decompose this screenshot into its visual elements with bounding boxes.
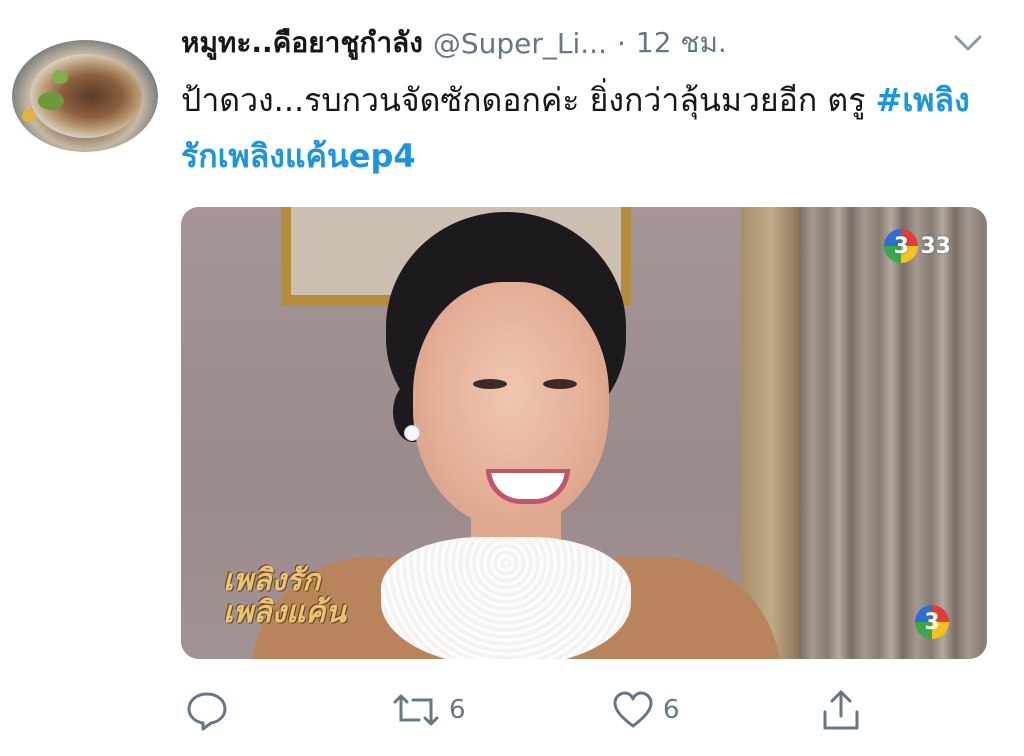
tweet-header: หมูทะ..คือยาชูกำลัง @Super_Li... · 12 ชม… bbox=[181, 18, 1001, 68]
channel-number: 33 bbox=[920, 233, 951, 259]
curtain bbox=[799, 207, 987, 659]
retweet-button[interactable]: 6 bbox=[391, 680, 466, 740]
channel-watermark: 3 bbox=[915, 605, 949, 639]
channel-logo: 3 33 bbox=[884, 229, 951, 263]
timestamp[interactable]: 12 ชม. bbox=[636, 21, 727, 65]
earring bbox=[404, 425, 420, 441]
show-logo-line2: เพลิงแค้น bbox=[223, 595, 346, 630]
eye-right bbox=[543, 379, 577, 389]
tweet-text: ป้าดวง...รบกวนจัดซักดอกค่ะ ยิ่งกว่าลุ้นม… bbox=[181, 72, 1001, 184]
share-button[interactable] bbox=[819, 680, 863, 740]
chevron-down-icon[interactable] bbox=[951, 30, 985, 56]
eye-left bbox=[473, 379, 507, 389]
tweet-media[interactable]: 3 33 3 เพลิงรัก เพลิงแค้น bbox=[181, 207, 987, 659]
show-logo: เพลิงรัก เพลิงแค้น bbox=[223, 565, 346, 629]
share-icon bbox=[819, 688, 863, 732]
tweet-body: ป้าดวง...รบกวนจัดซักดอกค่ะ ยิ่งกว่าลุ้นม… bbox=[181, 81, 866, 119]
retweet-icon bbox=[391, 688, 441, 732]
reply-button[interactable] bbox=[185, 680, 237, 740]
separator-dot: · bbox=[617, 26, 626, 60]
lace-collar bbox=[381, 537, 631, 659]
author-name[interactable]: หมูทะ..คือยาชูกำลัง bbox=[181, 21, 423, 65]
author-handle[interactable]: @Super_Li... bbox=[433, 27, 607, 60]
tweet-actions: 6 6 bbox=[181, 680, 1001, 740]
like-count: 6 bbox=[663, 695, 680, 725]
reply-icon bbox=[185, 688, 229, 732]
like-icon bbox=[611, 688, 655, 732]
show-logo-line1: เพลิงรัก bbox=[223, 563, 321, 598]
retweet-count: 6 bbox=[449, 695, 466, 725]
channel-ring: 3 bbox=[884, 229, 919, 263]
like-button[interactable]: 6 bbox=[611, 680, 680, 740]
avatar[interactable] bbox=[12, 40, 158, 152]
